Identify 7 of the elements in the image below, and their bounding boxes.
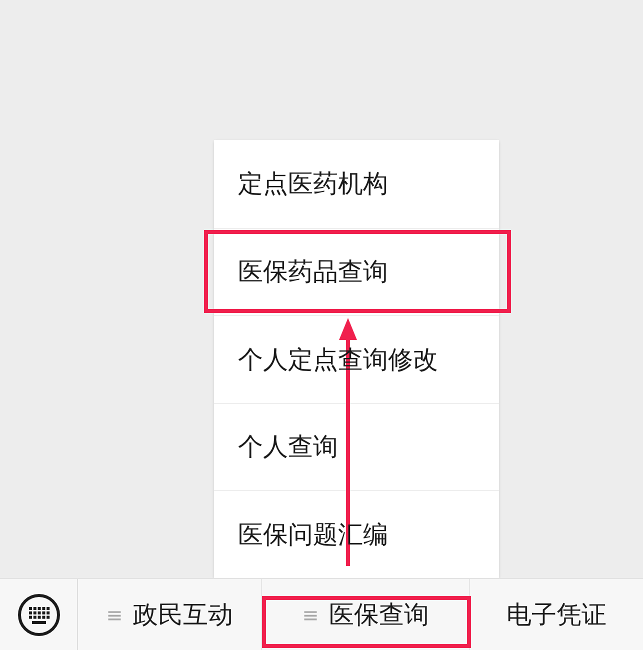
menu-tab[interactable]: 电子凭证 <box>506 596 606 634</box>
menu-tab[interactable]: ≡ 医保查询 <box>302 596 429 634</box>
menu-item[interactable]: 个人查询 <box>238 428 338 466</box>
menu-item[interactable]: 医保药品查询 <box>238 253 388 291</box>
menu-item[interactable]: 定点医药机构 <box>238 165 388 203</box>
menu-tab[interactable]: ≡ 政民互动 <box>106 596 233 634</box>
keyboard-icon[interactable] <box>16 592 60 636</box>
